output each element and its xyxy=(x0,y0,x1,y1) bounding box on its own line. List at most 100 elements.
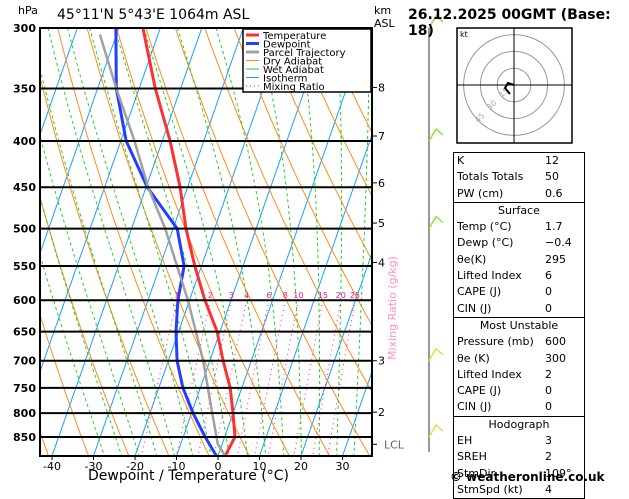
table-value: 295 xyxy=(545,252,566,268)
dry-adiabat-line xyxy=(0,28,9,459)
table-value: 0 xyxy=(545,301,552,317)
mixing-ratio-line xyxy=(213,300,246,459)
mixing-ratio-axis-label: Mixing Ratio (g/kg) xyxy=(386,256,399,360)
table-key: Lifted Index xyxy=(457,268,545,284)
table-key: PW (cm) xyxy=(457,186,545,202)
x-tick-label: -40 xyxy=(43,460,61,473)
table-key: Dewp (°C) xyxy=(457,235,545,251)
table-row: EH3 xyxy=(454,433,584,449)
pressure-tick-label: 800 xyxy=(13,407,36,420)
table-row: CIN (J)0 xyxy=(454,301,584,317)
table-key: StmDir xyxy=(457,466,545,482)
mixing-ratio-tick-label: 1 xyxy=(174,291,179,300)
table-row: θe (K)300 xyxy=(454,351,584,367)
height-tick-label: 4 xyxy=(378,256,385,269)
mixing-ratio-tick-label: 15 xyxy=(318,291,328,300)
table-key: StmSpd (kt) xyxy=(457,482,545,498)
mixing-ratio-line xyxy=(327,300,355,459)
wind-barb xyxy=(429,129,443,141)
table-section-title: Hodograph xyxy=(454,417,584,433)
table-key: Totals Totals xyxy=(457,169,545,185)
table-value: 0.6 xyxy=(545,186,563,202)
mixing-ratio-tick-label: 20 xyxy=(336,291,346,300)
table-row: CIN (J)0 xyxy=(454,399,584,415)
pressure-tick-label: 300 xyxy=(13,22,36,35)
km-label: km xyxy=(374,4,391,17)
table-row: K12 xyxy=(454,153,584,169)
pressure-tick-label: 500 xyxy=(13,223,36,236)
table-row: CAPE (J)0 xyxy=(454,383,584,399)
height-tick-label: 2 xyxy=(378,406,385,419)
table-key: CAPE (J) xyxy=(457,383,545,399)
pressure-tick-label: 400 xyxy=(13,135,36,148)
wet-adiabat-line xyxy=(115,28,230,459)
table-value: 1.7 xyxy=(545,219,563,235)
mixing-ratio-tick-label: 25 xyxy=(350,291,360,300)
hpa-label: hPa xyxy=(18,4,38,17)
indices-table: K12Totals Totals50PW (cm)0.6SurfaceTemp … xyxy=(453,152,585,499)
pressure-tick-label: 850 xyxy=(13,431,36,444)
table-row: Totals Totals50 xyxy=(454,169,584,185)
table-value: 3 xyxy=(545,433,552,449)
table-key: Lifted Index xyxy=(457,367,545,383)
dry-adiabat-line xyxy=(587,28,629,459)
dry-adiabat-line xyxy=(28,28,170,459)
wind-barb xyxy=(429,349,443,361)
table-value: 50 xyxy=(545,169,559,185)
pressure-tick-label: 650 xyxy=(13,326,36,339)
height-tick-label: 3 xyxy=(378,355,385,368)
x-tick-label: 20 xyxy=(294,460,308,473)
hodograph: 153045kt xyxy=(457,28,572,143)
table-section-unstable: Most UnstablePressure (mb)600θe (K)300Li… xyxy=(454,317,584,416)
table-row: CAPE (J)0 xyxy=(454,284,584,300)
pressure-tick-label: 750 xyxy=(13,382,36,395)
height-tick-label: 5 xyxy=(378,217,385,230)
table-key: CAPE (J) xyxy=(457,284,545,300)
table-key: Pressure (mb) xyxy=(457,334,545,350)
height-tick-label: 6 xyxy=(378,177,385,190)
wind-barb xyxy=(429,425,443,437)
table-row: StmDir109° xyxy=(454,466,584,482)
table-row: Dewp (°C)−0.4 xyxy=(454,235,584,251)
table-row: Pressure (mb)600 xyxy=(454,334,584,350)
table-value: 0 xyxy=(545,284,552,300)
mixing-ratio-tick-label: 8 xyxy=(283,291,288,300)
wet-adiabat-line xyxy=(30,28,158,459)
mixing-ratio-tick-label: 10 xyxy=(293,291,303,300)
table-key: CIN (J) xyxy=(457,301,545,317)
table-value: 300 xyxy=(545,351,566,367)
table-key: EH xyxy=(457,433,545,449)
table-section-surface: SurfaceTemp (°C)1.7Dewp (°C)−0.4θe(K)295… xyxy=(454,202,584,317)
pressure-tick-label: 450 xyxy=(13,181,36,194)
table-row: Lifted Index2 xyxy=(454,367,584,383)
table-key: K xyxy=(457,153,545,169)
table-value: 0 xyxy=(545,383,552,399)
legend: TemperatureDewpointParcel TrajectoryDry … xyxy=(243,29,371,93)
table-value: 2 xyxy=(545,367,552,383)
table-section-title: Most Unstable xyxy=(454,318,584,334)
height-tick-label: 8 xyxy=(378,81,385,94)
table-key: CIN (J) xyxy=(457,399,545,415)
table-row: Lifted Index6 xyxy=(454,268,584,284)
pressure-tick-label: 350 xyxy=(13,83,36,96)
mixing-ratio-tick-label: 4 xyxy=(244,291,249,300)
table-row: SREH2 xyxy=(454,449,584,465)
table-value: 109° xyxy=(545,466,572,482)
mixing-ratio-tick-label: 2 xyxy=(208,291,213,300)
table-row: PW (cm)0.6 xyxy=(454,186,584,202)
mixing-ratio-line xyxy=(141,300,177,459)
x-tick-label: 30 xyxy=(336,460,350,473)
pressure-tick-label: 700 xyxy=(13,355,36,368)
mixing-ratio-tick-label: 3 xyxy=(229,291,234,300)
table-section-title: Surface xyxy=(454,203,584,219)
table-value: 2 xyxy=(545,449,552,465)
table-row: StmSpd (kt)4 xyxy=(454,482,584,498)
table-value: 4 xyxy=(545,482,552,498)
table-value: 0 xyxy=(545,399,552,415)
table-section-indices: K12Totals Totals50PW (cm)0.6 xyxy=(454,153,584,202)
pressure-tick-label: 600 xyxy=(13,294,36,307)
asl-label: ASL xyxy=(374,17,395,30)
wind-barb xyxy=(429,217,443,229)
height-tick-label: 7 xyxy=(378,130,385,143)
height-tick-label: LCL xyxy=(384,438,405,451)
